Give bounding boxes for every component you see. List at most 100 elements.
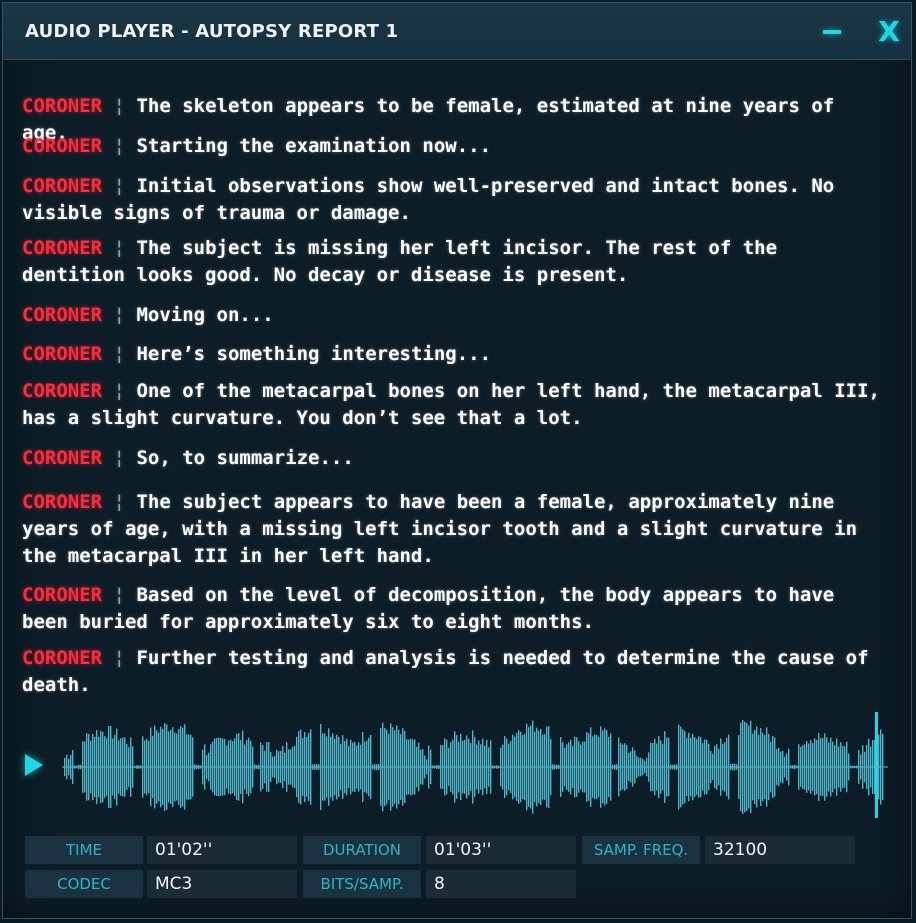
waveform-bar (832, 741, 834, 793)
waveform-bar (130, 737, 132, 797)
speaker-label: CORONER (22, 491, 103, 513)
waveform-bar (180, 726, 182, 808)
waveform-bar (158, 732, 160, 802)
waveform-bar (450, 742, 452, 792)
waveform-bar (866, 744, 868, 790)
waveform-bar (776, 749, 778, 785)
waveform-bar (868, 738, 870, 796)
waveform-bar (664, 731, 666, 803)
waveform-bar (744, 721, 746, 813)
separator: ¦ (113, 584, 125, 606)
waveform-bar (338, 736, 340, 798)
waveform-bar (366, 740, 368, 794)
waveform-bar (246, 740, 248, 794)
close-icon[interactable]: X (875, 15, 903, 49)
waveform-bar (118, 740, 120, 794)
waveform-bar (460, 733, 462, 801)
waveform-bar (784, 756, 786, 778)
speaker-label: CORONER (22, 647, 103, 669)
waveform-bar (220, 738, 222, 796)
waveform-bar (294, 745, 296, 789)
waveform-bar (428, 745, 430, 789)
waveform-bar (822, 737, 824, 797)
minimize-icon[interactable] (823, 30, 841, 34)
waveform-bar (676, 764, 678, 770)
waveform-bar (292, 746, 294, 788)
waveform-bar (882, 733, 884, 801)
waveform-bar (420, 749, 422, 785)
waveform-bar (230, 739, 232, 795)
speaker-label: CORONER (22, 175, 103, 197)
waveform-bar (188, 734, 190, 800)
waveform-bar (578, 741, 580, 793)
waveform-bar (174, 732, 176, 802)
waveform-bar (430, 749, 432, 785)
duration-label: DURATION (303, 836, 421, 864)
waveform-bar (500, 747, 502, 787)
waveform-bar (92, 733, 94, 801)
samp-freq-value: 32100 (705, 836, 855, 864)
waveform-bar (820, 738, 822, 796)
waveform-bar (870, 746, 872, 788)
waveform-bar (544, 734, 546, 800)
waveform-bar (818, 732, 820, 802)
waveform-bar (110, 726, 112, 808)
waveform-bar (624, 743, 626, 791)
waveform-bar (612, 764, 614, 770)
transcript-text: So, to summarize... (136, 447, 354, 469)
waveform-bar (210, 744, 212, 790)
waveform-bar (788, 748, 790, 786)
waveform-bar (152, 735, 154, 799)
waveform-bar (242, 730, 244, 804)
waveform-bar (696, 739, 698, 795)
waveform-bar (304, 731, 306, 803)
waveform-bar (374, 763, 376, 771)
waveform-bar (514, 736, 516, 798)
waveform-bar (582, 741, 584, 793)
waveform-bar (96, 730, 98, 804)
waveform-bar (492, 765, 494, 769)
transcript-line: CORONER ¦ So, to summarize... (22, 445, 888, 472)
waveform-bar (254, 764, 256, 770)
waveform-bar (400, 734, 402, 800)
waveform-bar (468, 738, 470, 796)
waveform-bar (90, 740, 92, 794)
waveform-bar (72, 749, 74, 785)
waveform-bar (752, 733, 754, 801)
transcript-line: CORONER ¦ Further testing and analysis i… (22, 645, 888, 699)
waveform-bar (712, 753, 714, 781)
waveform-bar (722, 743, 724, 791)
waveform-bar (478, 740, 480, 794)
waveform-bar (758, 735, 760, 799)
waveform-bar (480, 744, 482, 790)
waveform-bar (680, 726, 682, 808)
waveform-bar (350, 739, 352, 795)
waveform-bar (282, 745, 284, 789)
separator: ¦ (113, 647, 125, 669)
waveform-bar (182, 727, 184, 807)
transcript-line: CORONER ¦ The subject appears to have be… (22, 489, 888, 570)
waveform-bar (616, 764, 618, 770)
waveform-bar (626, 744, 628, 790)
waveform-bar (324, 733, 326, 801)
codec-value: MC3 (147, 870, 297, 898)
waveform-bar (86, 733, 88, 801)
waveform-bar (394, 730, 396, 804)
waveform-bar (764, 735, 766, 799)
audio-waveform[interactable] (62, 712, 892, 822)
waveform-bar (652, 742, 654, 792)
waveform-bar (614, 764, 616, 770)
waveform-bar (390, 723, 392, 811)
waveform-bar (406, 739, 408, 795)
waveform-bar (326, 736, 328, 798)
waveform-bar (774, 737, 776, 797)
waveform-bar (376, 764, 378, 770)
waveform-bar (796, 765, 798, 769)
play-icon[interactable] (25, 754, 43, 776)
waveform-bar (386, 729, 388, 805)
waveform-bar (666, 737, 668, 797)
playhead[interactable] (875, 712, 878, 818)
waveform-bar (808, 743, 810, 791)
waveform-bar (140, 765, 142, 769)
waveform-bar (432, 765, 434, 769)
